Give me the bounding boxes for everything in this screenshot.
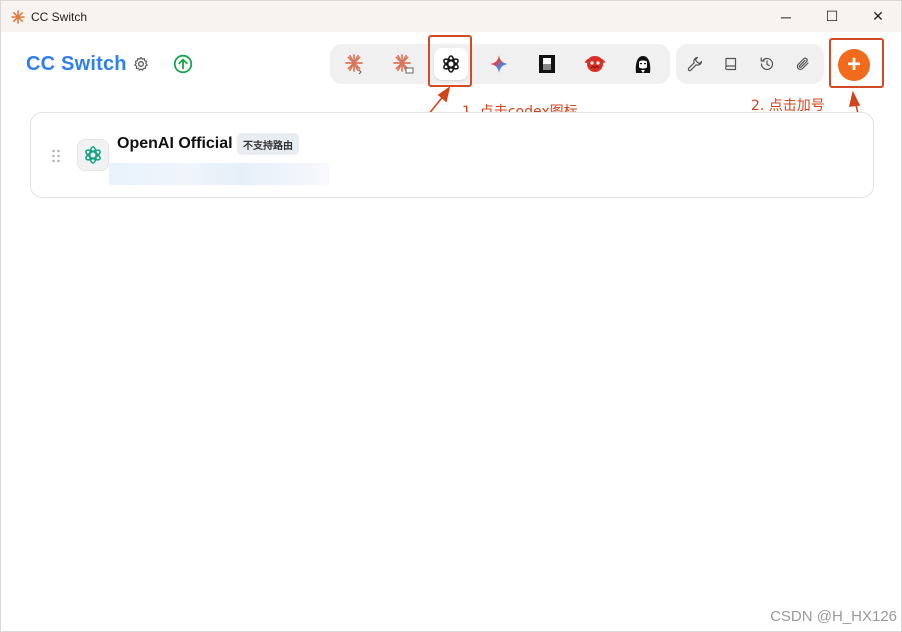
provider-card[interactable]: OpenAI Official 不支持路由 (30, 112, 874, 198)
watermark: CSDN @H_HX126 (770, 608, 897, 625)
provider-name: OpenAI Official (117, 135, 233, 152)
routing-badge: 不支持路由 (237, 133, 299, 155)
provider-logo (77, 139, 109, 171)
provider-url-blurred (109, 163, 329, 185)
drag-handle-icon[interactable] (51, 149, 61, 163)
openai-icon (85, 146, 101, 164)
app-window: CC Switch ─ ☐ ✕ CC Switch + 2. 点击加号 Open… (0, 0, 902, 632)
